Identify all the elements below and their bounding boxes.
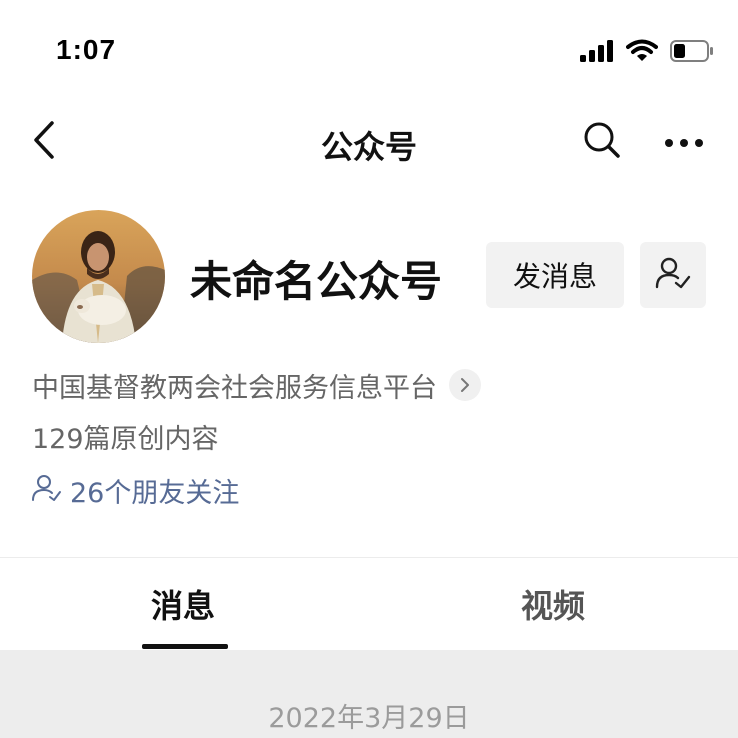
nav-bar: 公众号 <box>0 100 738 184</box>
search-button[interactable] <box>578 118 626 166</box>
account-name: 未命名公众号 <box>190 257 443 306</box>
page-title: 公众号 <box>320 128 417 166</box>
message-feed: 2022年3月29日 <box>0 650 738 738</box>
active-tab-indicator <box>142 644 228 649</box>
feed-date: 2022年3月29日 <box>268 703 470 734</box>
account-subject-text: 中国基督教两会社会服务信息平台 <box>32 372 437 404</box>
signal-icon <box>580 40 614 66</box>
more-icon <box>664 133 704 152</box>
avatar[interactable] <box>32 210 165 343</box>
battery-icon <box>670 39 714 67</box>
wifi-icon <box>626 39 658 67</box>
follow-button[interactable] <box>640 242 706 308</box>
user-check-icon <box>655 256 691 294</box>
tab-bar: 消息 视频 <box>0 558 738 650</box>
status-bar: 1:07 <box>0 0 738 100</box>
status-icons <box>580 38 714 68</box>
chevron-right-icon <box>449 369 481 401</box>
account-subject[interactable]: 中国基督教两会社会服务信息平台 <box>32 365 481 405</box>
tab-messages[interactable]: 消息 <box>90 558 276 650</box>
send-message-button[interactable]: 发消息 <box>486 242 624 308</box>
more-button[interactable] <box>656 118 712 166</box>
tab-video[interactable]: 视频 <box>460 558 646 650</box>
friends-following-text: 26个朋友关注 <box>70 477 240 509</box>
search-icon <box>583 121 621 163</box>
friends-icon <box>32 474 62 506</box>
friends-following[interactable]: 26个朋友关注 <box>32 472 240 509</box>
status-time: 1:07 <box>56 34 117 65</box>
article-count: 129篇原创内容 <box>32 424 219 455</box>
